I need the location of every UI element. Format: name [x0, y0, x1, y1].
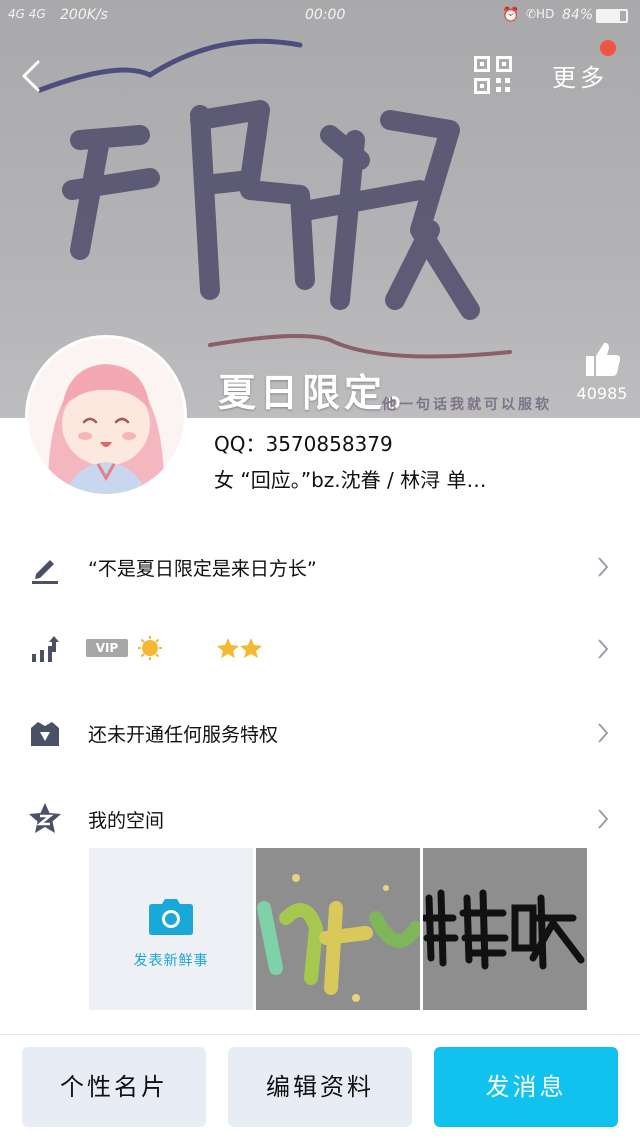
- chevron-right-icon: [598, 723, 609, 743]
- status-time: 00:00: [305, 7, 346, 23]
- space-text: 我的空间: [88, 810, 165, 832]
- avatar[interactable]: [28, 338, 184, 494]
- qr-code-icon[interactable]: [474, 56, 512, 94]
- battery-percent: 84%: [562, 7, 594, 23]
- chevron-right-icon: [598, 809, 609, 829]
- banner-subtext: 他一句话我就可以服软: [382, 397, 552, 413]
- post-new-button[interactable]: 发表新鲜事: [89, 848, 253, 1010]
- signature-text: “不是夏日限定是来日方长”: [88, 558, 317, 580]
- camera-icon: [149, 899, 193, 935]
- alarm-icon: ⏰: [502, 7, 520, 23]
- space-photo-art: [421, 848, 587, 1010]
- signature-row[interactable]: “不是夏日限定是来日方长”: [0, 524, 640, 610]
- qzone-star-icon: [29, 803, 61, 833]
- chevron-right-icon: [598, 639, 609, 659]
- service-text: 还未开通任何服务特权: [88, 724, 279, 746]
- profile-card-button[interactable]: 个性名片: [22, 1047, 206, 1127]
- vip-badge: VIP: [86, 639, 128, 657]
- space-photo[interactable]: [421, 848, 587, 1010]
- crown-icon: [31, 722, 59, 746]
- level-icons: [138, 636, 262, 660]
- status-bar: 4G 4G 200K/s 00:00 ⏰ ✆HD 84%: [0, 0, 640, 32]
- more-button[interactable]: 更多: [552, 58, 608, 93]
- network-speed: 200K/s: [60, 7, 108, 23]
- chevron-right-icon: [598, 557, 609, 577]
- bottom-divider: [0, 1034, 640, 1035]
- qq-number: QQ：3570858379: [214, 432, 393, 456]
- back-arrow-icon[interactable]: [18, 56, 48, 96]
- notification-dot: [600, 40, 616, 56]
- service-row[interactable]: 还未开通任何服务特权: [0, 690, 640, 776]
- like-button[interactable]: 40985: [572, 340, 632, 403]
- hd-call-icon: ✆HD: [526, 7, 555, 21]
- post-new-label: 发表新鲜事: [133, 953, 209, 969]
- send-message-button[interactable]: 发消息: [434, 1047, 618, 1127]
- edit-profile-button[interactable]: 编辑资料: [228, 1047, 412, 1127]
- avatar-image: [28, 338, 184, 494]
- level-up-icon: [32, 636, 59, 662]
- battery-icon: [596, 9, 628, 23]
- space-photo[interactable]: [256, 848, 423, 1010]
- profile-info: 女 “回应。”bz.沈眷 / 林浔 单…: [214, 468, 487, 492]
- space-photo-art: [256, 848, 423, 1010]
- network-indicator: 4G 4G: [8, 7, 46, 21]
- like-count: 40985: [576, 384, 628, 403]
- pencil-icon: [32, 560, 58, 584]
- vip-row[interactable]: VIP: [0, 606, 640, 692]
- thumbs-up-icon: [586, 342, 621, 376]
